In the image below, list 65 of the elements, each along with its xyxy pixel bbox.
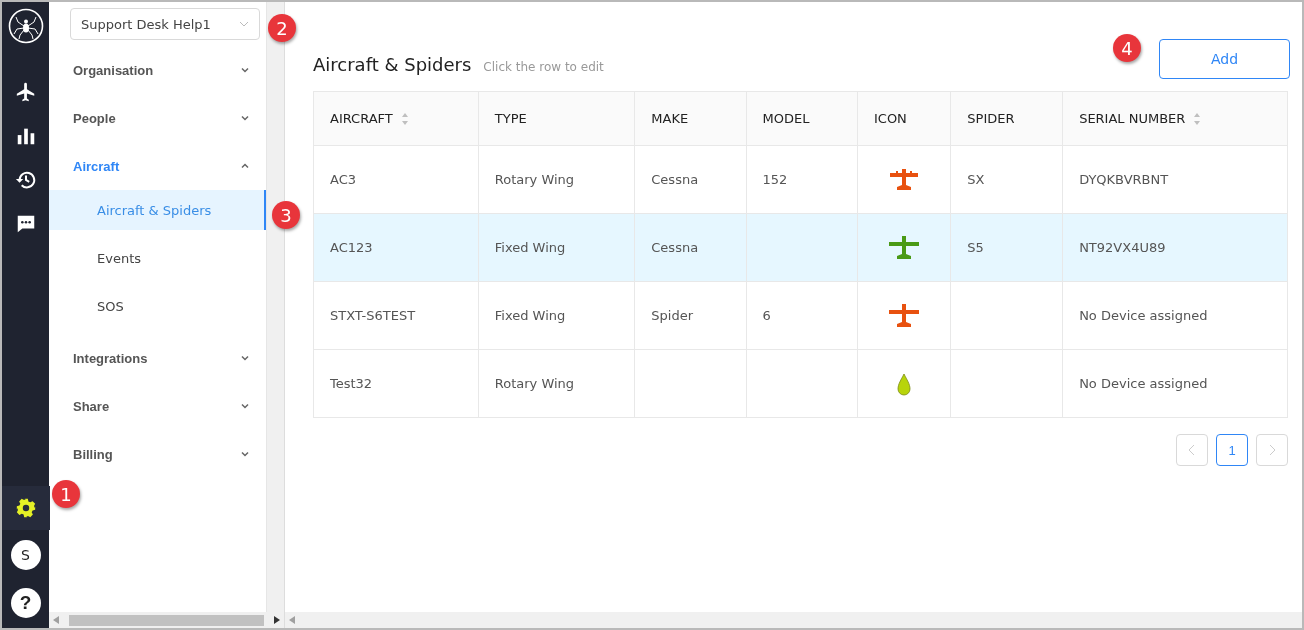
column-header[interactable]: AIRCRAFT	[313, 91, 479, 146]
column-header: TYPE	[478, 91, 635, 146]
table-cell: Cessna	[634, 145, 747, 214]
step-marker: 3	[272, 201, 300, 229]
table-cell: No Device assigned	[1062, 349, 1288, 418]
user-avatar[interactable]: S	[10, 540, 41, 570]
nav-item[interactable]: Events	[49, 238, 266, 278]
scroll-left-icon	[53, 616, 59, 624]
nav-group[interactable]: Aircraft	[49, 142, 266, 190]
table-cell: Rotary Wing	[478, 145, 635, 214]
scrollbar-thumb[interactable]	[69, 614, 264, 626]
table-cell: 152	[746, 145, 858, 214]
chevron-up-icon	[240, 161, 250, 171]
settings-icon[interactable]	[2, 486, 50, 530]
column-header: SPIDER	[950, 91, 1063, 146]
table-cell: DYQKBVRBNT	[1062, 145, 1288, 214]
step-marker: 4	[1113, 34, 1141, 62]
scroll-right-icon	[274, 616, 280, 624]
table-cell: SX	[950, 145, 1063, 214]
page-hint: Click the row to edit	[483, 59, 604, 74]
add-button[interactable]: Add	[1159, 39, 1290, 79]
horizontal-scrollbar[interactable]	[285, 612, 1302, 628]
scroll-left-icon	[289, 616, 295, 624]
table-cell: 6	[746, 281, 858, 350]
table-cell: NT92VX4U89	[1062, 213, 1288, 282]
table-cell: Cessna	[634, 213, 747, 282]
table-cell: Test32	[313, 349, 479, 418]
help-button[interactable]: ?	[10, 588, 41, 618]
chevron-down-icon	[240, 65, 250, 75]
sort-icon	[400, 111, 409, 126]
page-title: Aircraft & Spiders	[313, 53, 472, 75]
nav-group[interactable]: Share	[49, 382, 266, 430]
organisation-select[interactable]: Support Desk Help1	[70, 8, 260, 40]
table-cell: Spider	[634, 281, 747, 350]
sort-icon	[1193, 111, 1202, 126]
table-cell: S5	[950, 213, 1063, 282]
column-header[interactable]: SERIAL NUMBER	[1062, 91, 1288, 146]
table-cell: AC123	[313, 213, 479, 282]
table-cell: No Device assigned	[1062, 281, 1288, 350]
nav-group[interactable]: Billing	[49, 430, 266, 478]
chevron-right-icon	[1268, 444, 1276, 456]
table-cell: STXT-S6TEST	[313, 281, 479, 350]
chevron-down-icon	[240, 113, 250, 123]
nav-group[interactable]: People	[49, 94, 266, 142]
table-cell: Fixed Wing	[478, 281, 635, 350]
page-button[interactable]: 1	[1216, 434, 1248, 466]
table-cell: AC3	[313, 145, 479, 214]
nav-group[interactable]: Integrations	[49, 334, 266, 382]
column-header: MAKE	[634, 91, 747, 146]
chevron-down-icon	[240, 401, 250, 411]
step-marker: 2	[268, 14, 296, 42]
nav-group[interactable]: Organisation	[49, 46, 266, 94]
step-marker: 1	[52, 480, 80, 508]
column-header: ICON	[857, 91, 951, 146]
chevron-down-icon	[240, 449, 250, 459]
select-value: Support Desk Help1	[81, 16, 211, 32]
chevron-down-icon	[239, 19, 249, 29]
table-cell: Rotary Wing	[478, 349, 635, 418]
horizontal-scrollbar[interactable]	[49, 612, 284, 628]
table-cell: Fixed Wing	[478, 213, 635, 282]
spider-logo	[7, 8, 44, 44]
nav-item[interactable]: SOS	[49, 286, 266, 326]
chevron-down-icon	[240, 353, 250, 363]
column-header: MODEL	[746, 91, 858, 146]
chevron-left-icon	[1188, 444, 1196, 456]
